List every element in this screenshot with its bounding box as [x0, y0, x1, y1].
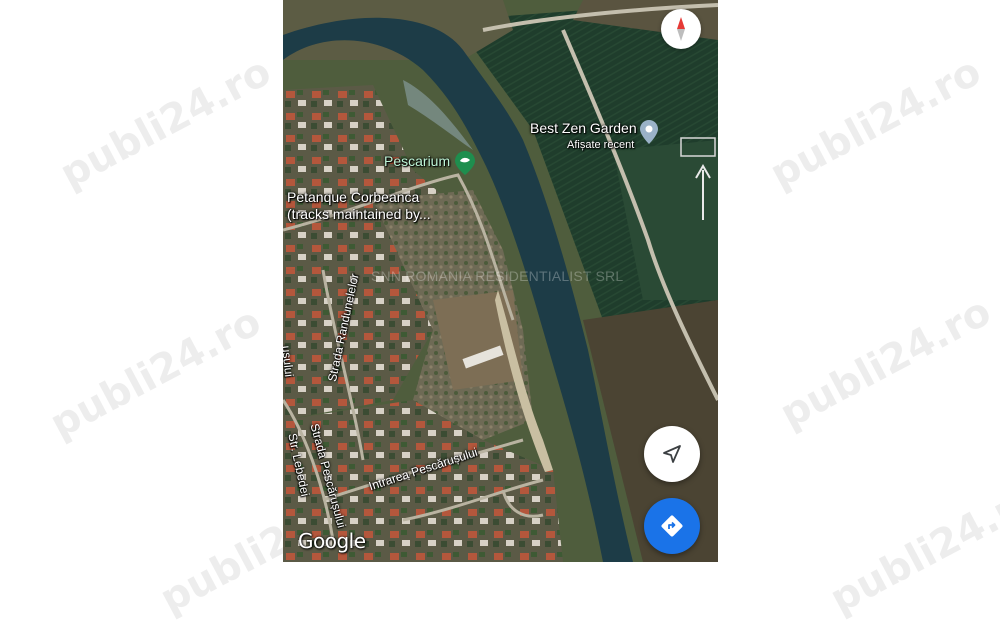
watermark: publi24.ro [822, 473, 1000, 623]
fishing-place-icon [455, 151, 475, 175]
map-overlay-watermark: SNN ROMANIA RESIDENTIALIST SRL [371, 268, 624, 284]
watermark: publi24.ro [42, 298, 269, 448]
place-label: Pescarium [384, 153, 451, 169]
compass-button[interactable] [661, 9, 701, 49]
google-attribution: Google [298, 529, 366, 553]
location-pin-icon [640, 120, 658, 144]
watermark: publi24.ro [762, 48, 989, 198]
watermark: publi24.ro [772, 288, 999, 438]
place-label: Petanque Corbeanca [287, 189, 420, 205]
satellite-map[interactable]: SNN ROMANIA RESIDENTIALIST SRL Best Zen … [283, 0, 718, 562]
my-location-arrow-icon [663, 445, 681, 463]
place-sublabel: Afișate recent [567, 139, 635, 151]
watermark: publi24.ro [52, 48, 279, 198]
directions-button[interactable] [644, 498, 700, 554]
directions-icon [661, 515, 683, 537]
place-sublabel: (tracks maintained by... [287, 206, 431, 222]
place-label: Best Zen Garden [530, 120, 637, 136]
my-location-button[interactable] [644, 426, 700, 482]
compass-icon [677, 17, 685, 41]
